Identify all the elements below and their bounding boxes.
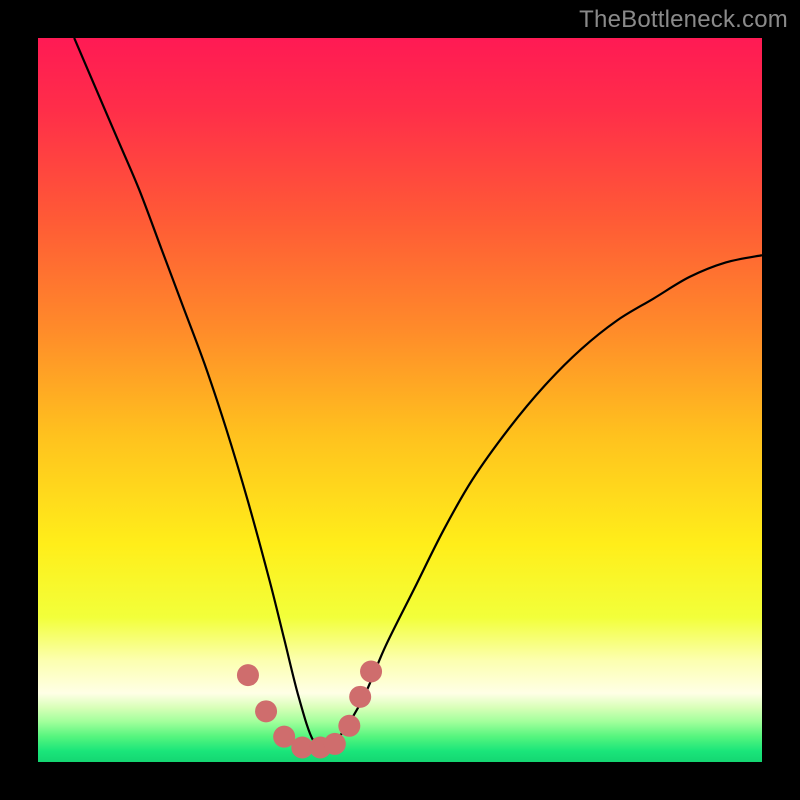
background-gradient — [38, 38, 762, 762]
chart-frame: TheBottleneck.com — [0, 0, 800, 800]
plot-area — [38, 38, 762, 762]
watermark-text: TheBottleneck.com — [579, 6, 788, 34]
